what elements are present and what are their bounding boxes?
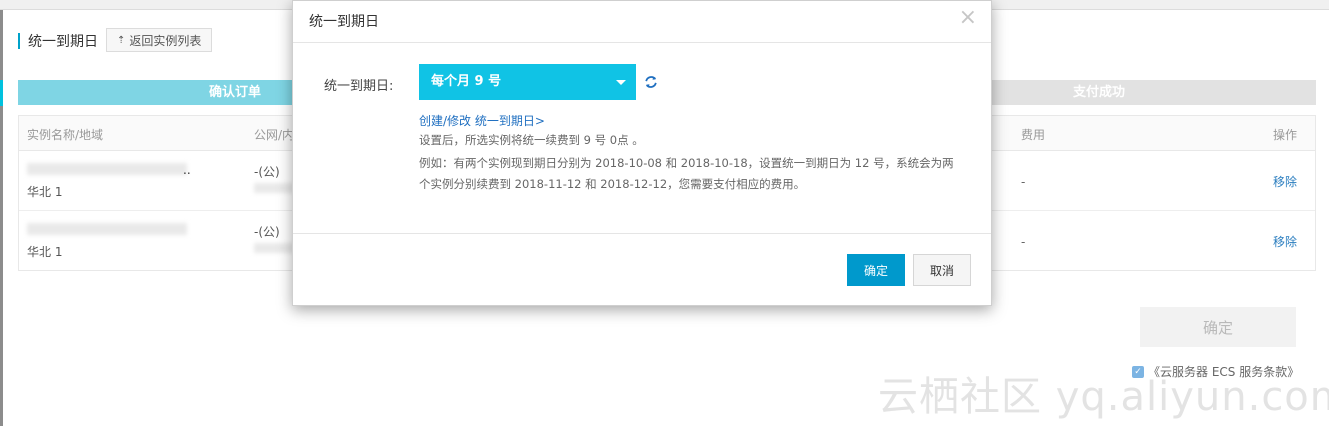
column-header-fee: 费用 xyxy=(1021,128,1046,142)
expiry-day-select[interactable]: 每个月 9 号 xyxy=(419,64,636,100)
confirm-order-button[interactable]: 确定 xyxy=(1140,307,1296,347)
upload-arrow-icon: ⇡ xyxy=(117,34,126,46)
page-header: 统一到期日 xyxy=(18,30,98,52)
instance-network: -(公) xyxy=(254,165,280,179)
blurred-instance-name xyxy=(27,163,187,175)
back-to-instance-list-button[interactable]: ⇡ 返回实例列表 xyxy=(106,28,213,52)
instance-region: 华北 1 xyxy=(27,185,63,199)
instance-fee: - xyxy=(1021,235,1026,249)
help-text-example: 例如：有两个实例现到期日分别为 2018-10-08 和 2018-10-18，… xyxy=(419,156,954,191)
cancel-button[interactable]: 取消 xyxy=(913,254,971,286)
column-header-name: 实例名称/地域 xyxy=(27,128,104,142)
instance-fee: - xyxy=(1021,175,1026,189)
refresh-icon[interactable] xyxy=(644,75,658,89)
chevron-down-icon xyxy=(616,80,626,85)
instance-network: -(公) xyxy=(254,225,280,239)
back-button-label: 返回实例列表 xyxy=(129,33,202,48)
instance-region: 华北 1 xyxy=(27,245,63,259)
unify-expiry-dialog: 统一到期日 × 统一到期日: 每个月 9 号 创建/修改 统一到期日> 设置后，… xyxy=(292,0,992,306)
instance-name-suffix: .. xyxy=(183,163,191,177)
expiry-day-value: 每个月 9 号 xyxy=(431,74,502,89)
expiry-day-label: 统一到期日: xyxy=(324,79,394,94)
left-sidebar-accent xyxy=(0,80,3,106)
column-header-network: 公网/内 xyxy=(254,128,295,142)
ok-button[interactable]: 确定 xyxy=(847,254,905,286)
title-accent-bar xyxy=(18,33,20,49)
left-sidebar-edge xyxy=(0,10,3,426)
close-icon[interactable]: × xyxy=(959,5,977,30)
blurred-ip xyxy=(254,243,294,253)
help-text-setting: 设置后，所选实例将统一续费到 9 号 0点 。 xyxy=(419,133,644,147)
watermark: 云栖社区 yq.aliyun.com xyxy=(878,374,1329,420)
create-modify-expiry-link[interactable]: 创建/修改 统一到期日> xyxy=(419,112,545,129)
dialog-header: 统一到期日 × xyxy=(293,1,991,43)
column-header-action: 操作 xyxy=(1272,128,1297,142)
page-title: 统一到期日 xyxy=(28,34,98,50)
blurred-ip xyxy=(254,183,294,193)
blurred-instance-name xyxy=(27,223,187,235)
dialog-title: 统一到期日 xyxy=(309,14,379,30)
remove-link[interactable]: 移除 xyxy=(1273,233,1297,250)
remove-link[interactable]: 移除 xyxy=(1273,173,1297,190)
dialog-footer: 确定 取消 xyxy=(293,233,991,307)
